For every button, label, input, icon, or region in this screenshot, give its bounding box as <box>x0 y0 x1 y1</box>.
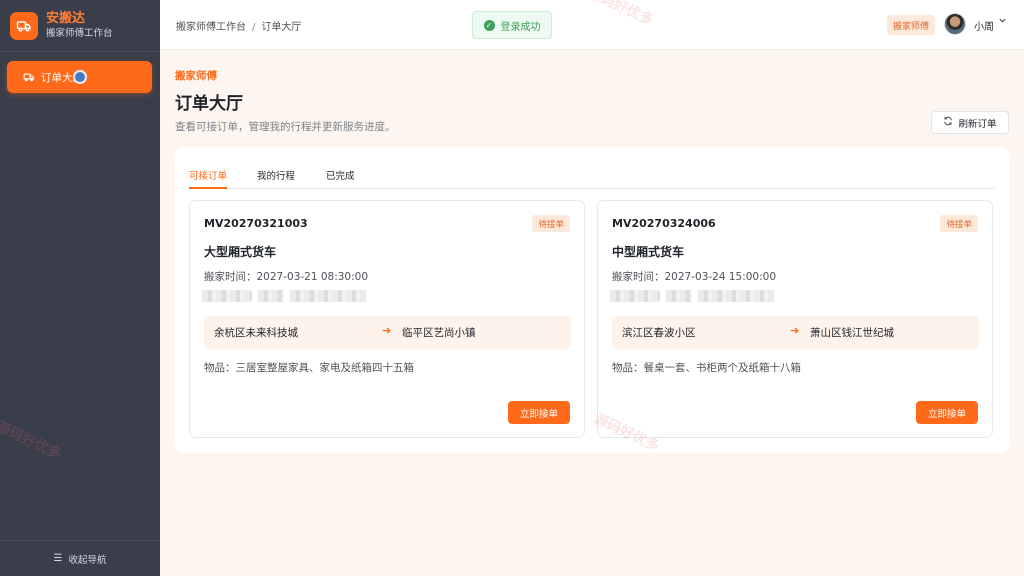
order-number: MV20270321003 <box>204 217 308 230</box>
redacted-block <box>258 290 284 302</box>
cursor-indicator <box>73 70 87 84</box>
truck-icon <box>23 71 35 83</box>
avatar[interactable] <box>944 13 966 35</box>
goods-description: 物品：三居室整屋家具、家电及纸箱四十五箱 <box>204 362 414 374</box>
route-origin: 余杭区未来科技城 <box>214 327 298 339</box>
redacted-contact-info <box>610 290 774 302</box>
sidebar-item-order-hall[interactable]: 订单大厅 <box>7 61 152 93</box>
check-circle-icon: ✓ <box>483 19 495 31</box>
collapse-nav-button[interactable]: ☰ 收起导航 <box>0 540 160 576</box>
route-destination: 萧山区钱江世纪城 <box>810 327 894 339</box>
top-header: 搬家师傅工作台 / 订单大厅 ✓ 登录成功 搬家师傅 小周 <box>160 0 1024 50</box>
page-title: 订单大厅 <box>175 94 243 114</box>
route-origin: 滨江区春波小区 <box>622 327 696 339</box>
brand-title: 安搬达 <box>46 10 86 26</box>
move-time: 搬家时间：2027-03-21 08:30:00 <box>204 271 369 283</box>
collapse-nav-label: 收起导航 <box>68 554 107 566</box>
redacted-contact-info <box>202 290 366 302</box>
user-name[interactable]: 小周 <box>974 18 994 33</box>
brand-subtitle: 搬家师傅工作台 <box>46 27 113 39</box>
breadcrumb-item-workspace[interactable]: 搬家师傅工作台 <box>176 22 246 33</box>
refresh-orders-label: 刷新订单 <box>958 118 997 130</box>
sidebar: 安搬达 搬家师傅工作台 订单大厅 ☰ 收起导航 <box>0 0 160 576</box>
status-badge: 待接单 <box>940 215 978 232</box>
route-strip: 滨江区春波小区 ➔ 萧山区钱江世纪城 <box>612 316 979 349</box>
route-strip: 余杭区未来科技城 ➔ 临平区艺尚小镇 <box>204 316 571 349</box>
status-badge: 待接单 <box>532 215 570 232</box>
login-success-toast: ✓ 登录成功 <box>472 11 552 39</box>
order-card: MV20270324006 待接单 中型厢式货车 搬家时间：2027-03-24… <box>597 200 993 438</box>
order-card: MV20270321003 待接单 大型厢式货车 搬家时间：2027-03-21… <box>189 200 585 438</box>
vehicle-type: 中型厢式货车 <box>612 245 685 259</box>
orders-panel: 可接订单 我的行程 已完成 MV20270321003 待接单 大型厢式货车 搬… <box>175 147 1009 453</box>
tab-my-trips[interactable]: 我的行程 <box>257 168 295 189</box>
chevron-down-icon[interactable] <box>998 16 1007 28</box>
truck-logo-icon <box>10 11 38 40</box>
redacted-block <box>290 290 366 302</box>
vehicle-type: 大型厢式货车 <box>204 245 277 259</box>
accept-order-button[interactable]: 立即接单 <box>508 401 570 424</box>
move-time: 搬家时间：2027-03-24 15:00:00 <box>612 271 777 283</box>
redacted-block <box>610 290 660 302</box>
page-eyebrow: 搬家师傅 <box>175 70 217 82</box>
refresh-icon <box>943 116 953 129</box>
redacted-block <box>202 290 252 302</box>
arrow-right-icon: ➔ <box>382 324 392 337</box>
redacted-block <box>698 290 774 302</box>
tab-available-orders[interactable]: 可接订单 <box>189 168 228 189</box>
page-description: 查看可接订单，管理我的行程并更新服务进度。 <box>175 121 396 133</box>
order-number: MV20270324006 <box>612 217 716 230</box>
route-destination: 临平区艺尚小镇 <box>402 327 476 339</box>
redacted-block <box>666 290 692 302</box>
order-tabs: 可接订单 我的行程 已完成 <box>189 161 995 189</box>
tab-completed[interactable]: 已完成 <box>326 168 355 189</box>
main-content: 搬家师傅 订单大厅 查看可接订单，管理我的行程并更新服务进度。 刷新订单 可接订… <box>160 50 1024 576</box>
refresh-orders-button[interactable]: 刷新订单 <box>931 111 1009 134</box>
menu-icon: ☰ <box>53 553 63 564</box>
toast-text: 登录成功 <box>500 21 541 33</box>
role-badge: 搬家师傅 <box>887 15 936 35</box>
accept-order-button[interactable]: 立即接单 <box>916 401 978 424</box>
breadcrumb: 搬家师傅工作台 / 订单大厅 <box>176 18 301 33</box>
goods-description: 物品：餐桌一套、书柜两个及纸箱十八箱 <box>612 362 801 374</box>
brand: 安搬达 搬家师傅工作台 <box>0 0 160 52</box>
breadcrumb-separator: / <box>252 22 256 33</box>
arrow-right-icon: ➔ <box>790 324 800 337</box>
breadcrumb-item-current: 订单大厅 <box>261 22 302 33</box>
